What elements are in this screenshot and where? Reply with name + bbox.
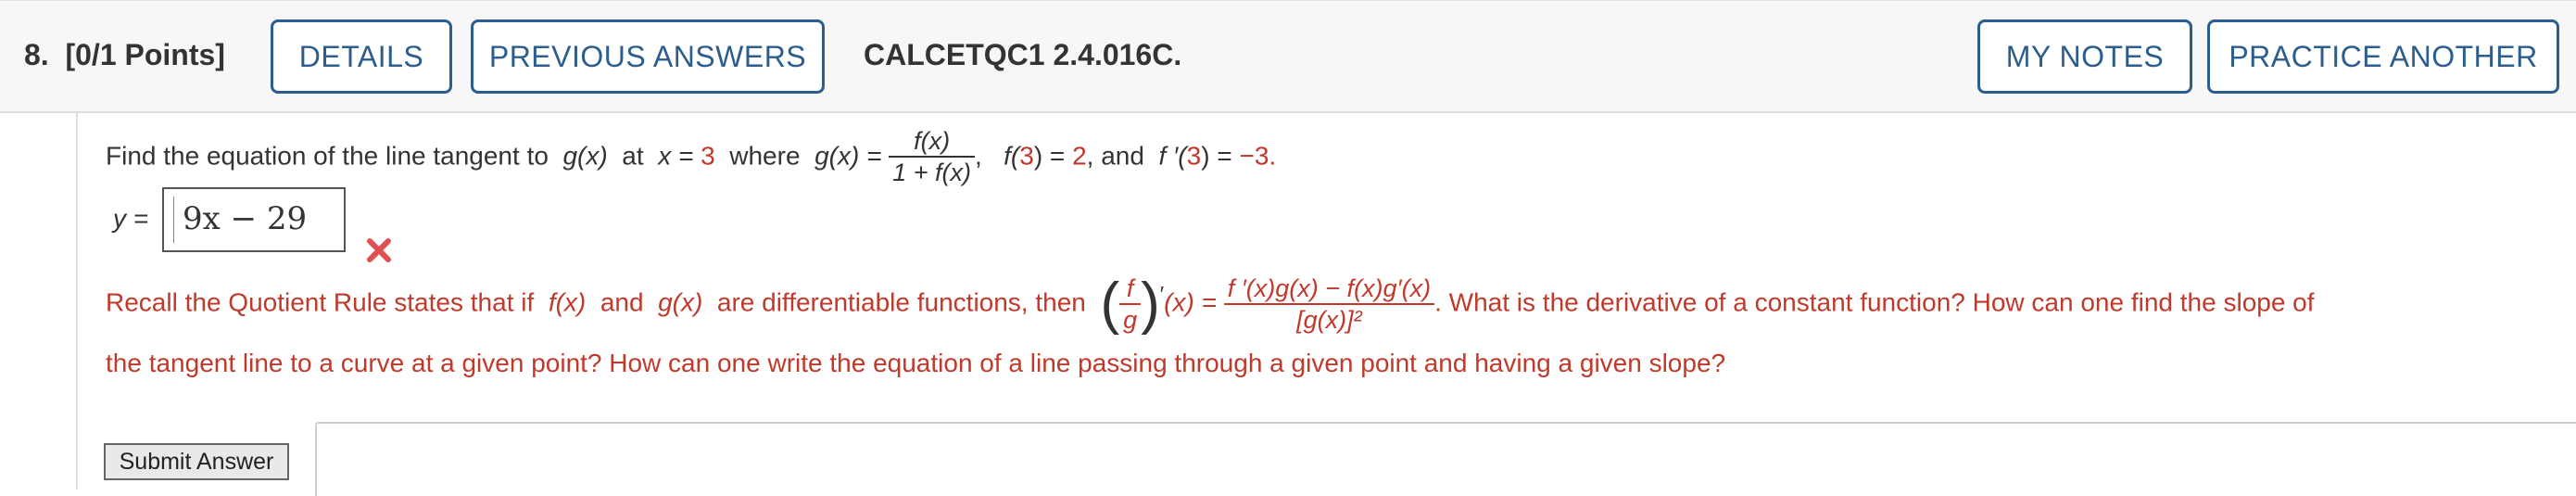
g-fraction: f(x) 1 + f(x) <box>889 126 976 187</box>
details-button[interactable]: DETAILS <box>271 19 452 94</box>
quotient-rule-rhs: f ′(x)g(x) − f(x)g′(x) [g(x)]² <box>1223 273 1435 335</box>
hint-line-1: Recall the Quotient Rule states that if … <box>106 272 2315 336</box>
question-code: CALCETQC1 2.4.016C. <box>864 38 1182 71</box>
submit-answer-button[interactable]: Submit Answer <box>104 443 289 480</box>
work-area[interactable] <box>315 422 2576 496</box>
answer-label: y = <box>113 204 149 233</box>
hint-line-2: the tangent line to a curve at a given p… <box>106 349 1726 377</box>
quotient-fraction: f g <box>1119 273 1142 335</box>
previous-answers-button[interactable]: PREVIOUS ANSWERS <box>471 19 825 94</box>
question-number: 8. <box>24 38 49 71</box>
my-notes-button[interactable]: MY NOTES <box>1977 19 2192 94</box>
question-header: 8. [0/1 Points] DETAILS PREVIOUS ANSWERS… <box>0 0 2576 113</box>
question-points: [0/1 Points] <box>65 38 225 71</box>
practice-another-button[interactable]: PRACTICE ANOTHER <box>2207 19 2559 94</box>
answer-input[interactable]: 9x − 29 <box>162 187 346 252</box>
question-label: 8. [0/1 Points] <box>24 38 225 72</box>
incorrect-x-icon <box>367 238 391 262</box>
question-text: Find the equation of the line tangent to… <box>106 126 1277 187</box>
